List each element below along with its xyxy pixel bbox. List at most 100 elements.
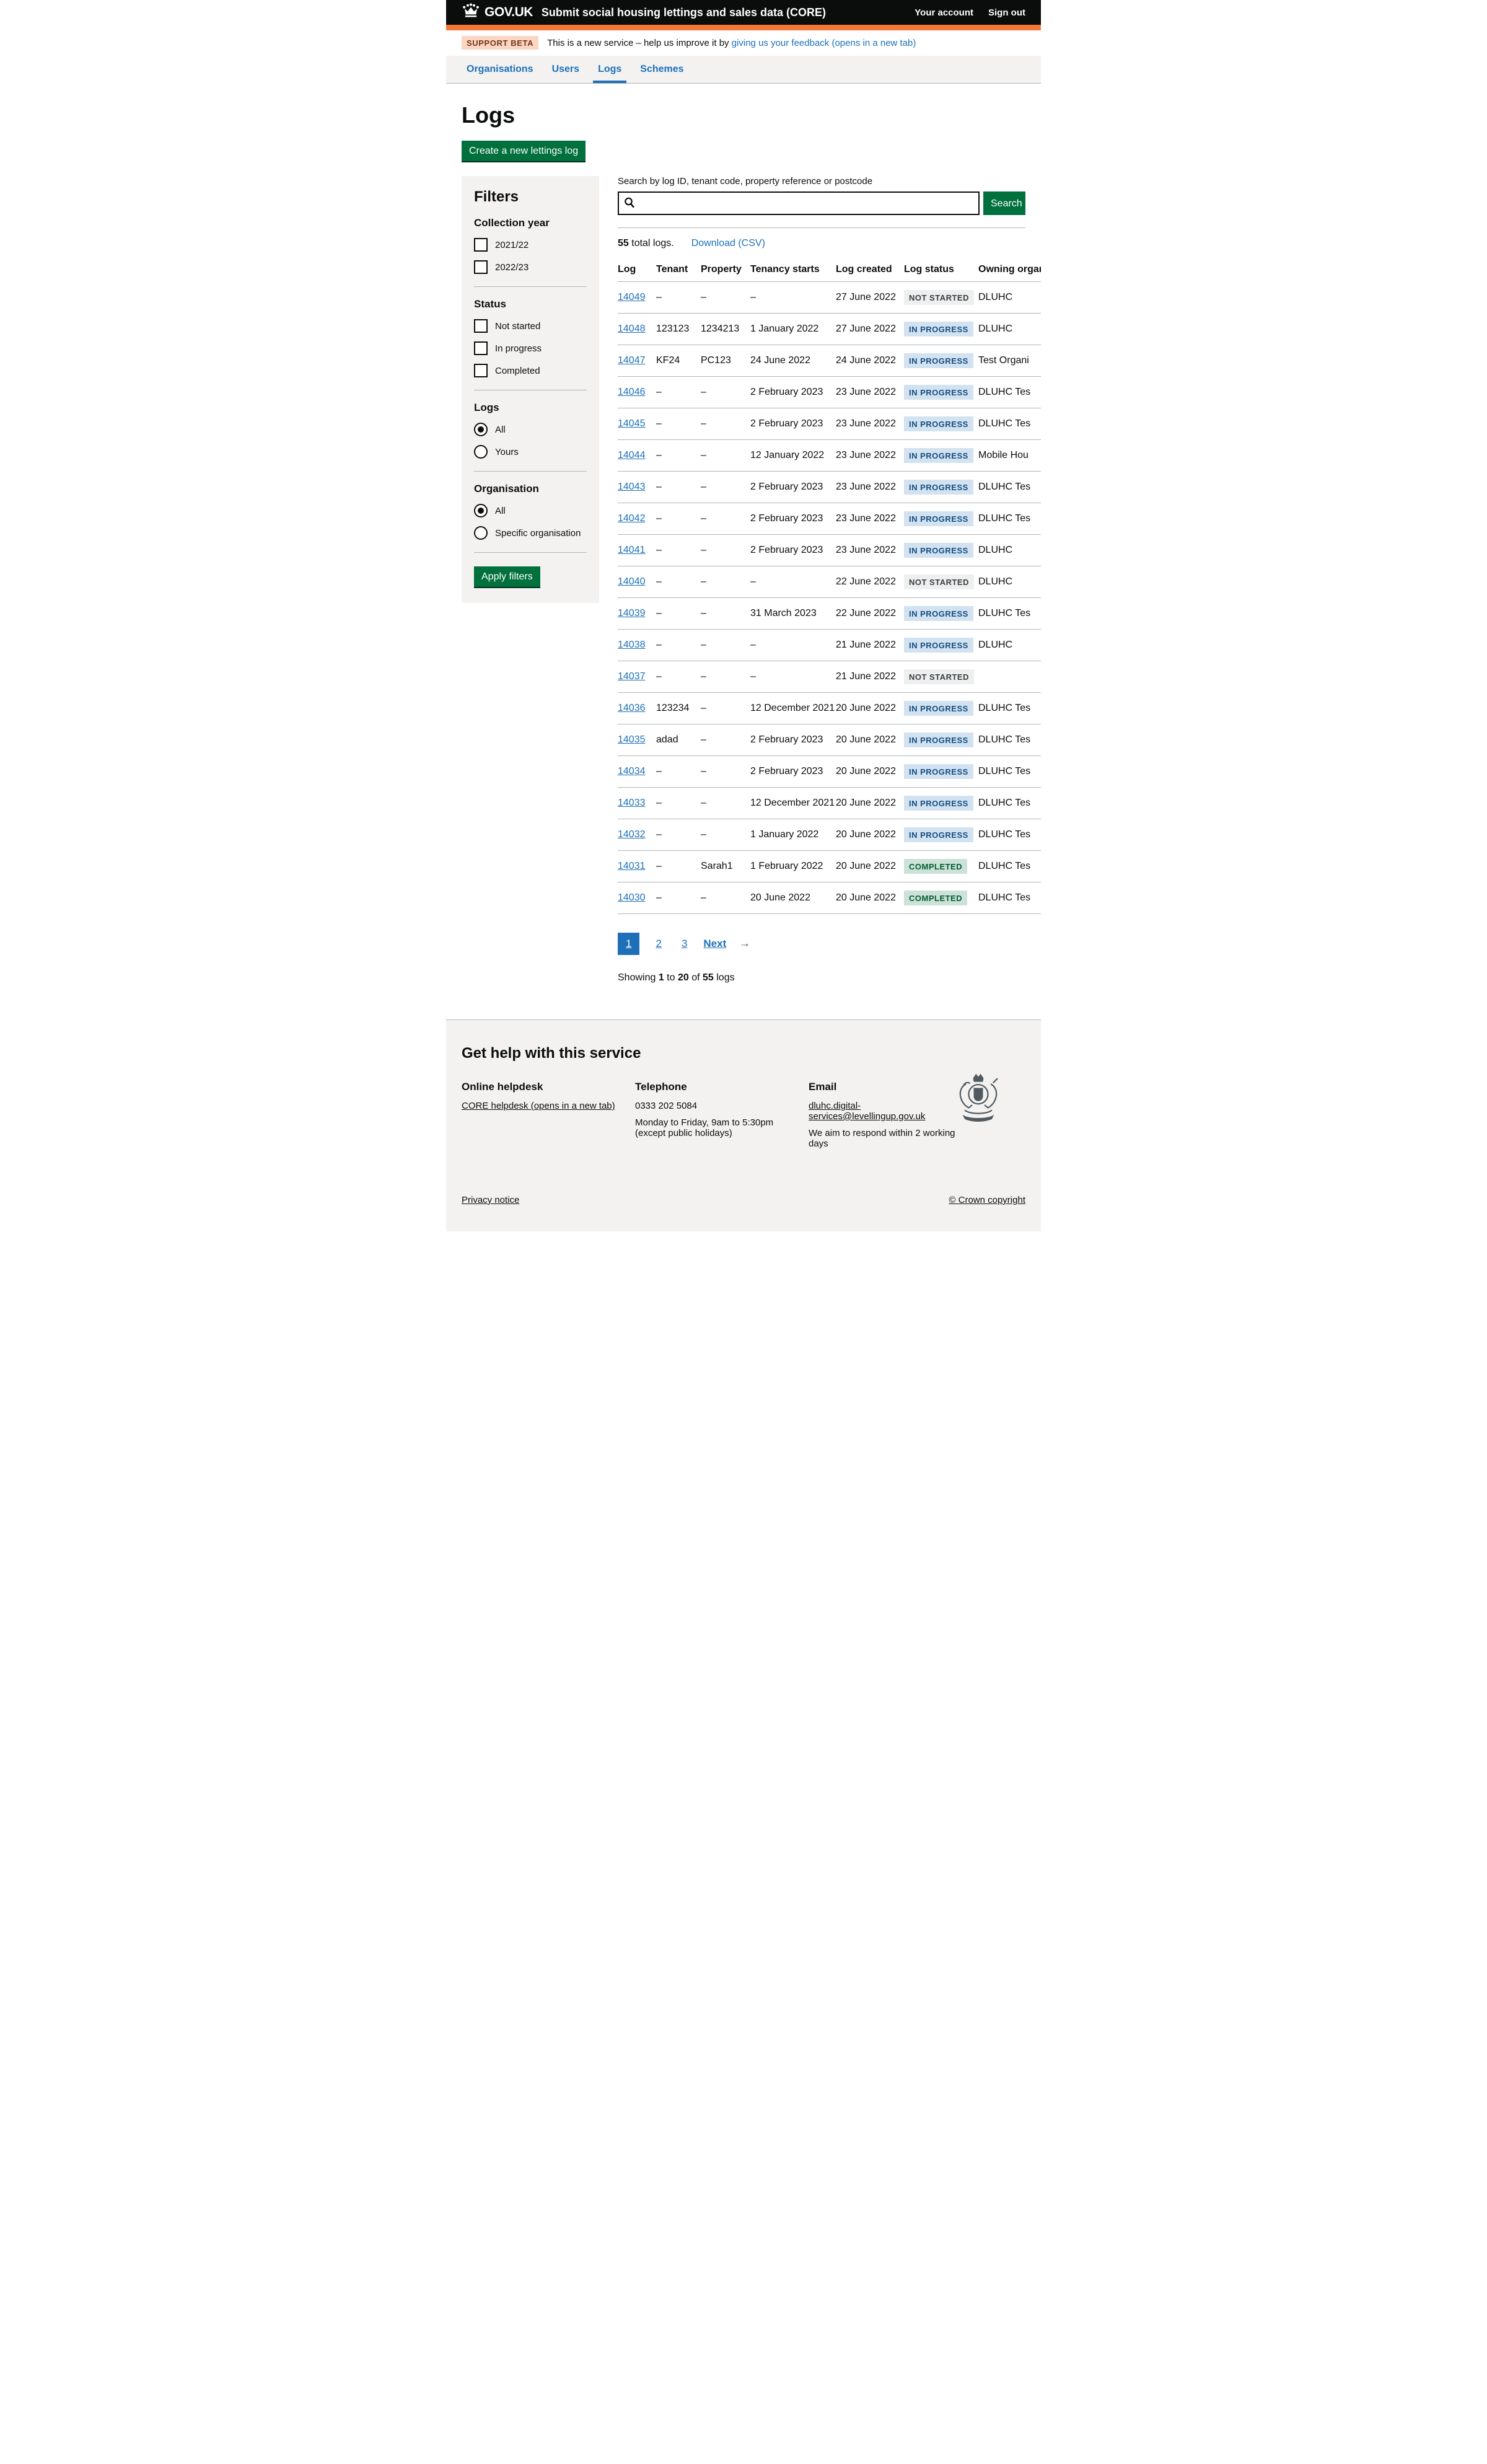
radio-specific-organisation[interactable]	[474, 526, 488, 540]
log-id-link[interactable]: 14043	[618, 482, 646, 492]
filter-option-2021-22[interactable]: 2021/22	[474, 238, 587, 252]
privacy-notice-link[interactable]: Privacy notice	[462, 1195, 519, 1205]
govuk-logo[interactable]: GOV.UK	[462, 3, 533, 22]
log-id-link[interactable]: 14032	[618, 829, 646, 840]
filter-option-all[interactable]: All	[474, 504, 587, 517]
table-row: 14041––2 February 202323 June 2022IN PRO…	[618, 535, 1041, 566]
log-created-cell: 20 June 2022	[836, 693, 904, 724]
filter-option-label: Yours	[495, 447, 519, 457]
pagination-page-1[interactable]: 1	[618, 933, 639, 955]
checkbox-2021-22[interactable]	[474, 238, 488, 252]
property-cell: –	[701, 598, 750, 630]
your-account-link[interactable]: Your account	[915, 7, 973, 18]
log-id-link[interactable]: 14045	[618, 418, 646, 429]
filter-option-not-started[interactable]: Not started	[474, 319, 587, 333]
property-cell: 1234213	[701, 314, 750, 345]
filters-divider	[474, 552, 587, 553]
log-id-link[interactable]: 14030	[618, 892, 646, 903]
download-csv-link[interactable]: Download (CSV)	[691, 238, 765, 249]
log-id-link[interactable]: 14044	[618, 450, 646, 460]
sign-out-link[interactable]: Sign out	[988, 7, 1025, 18]
filter-option-all[interactable]: All	[474, 423, 587, 436]
log-id-cell: 14042	[618, 503, 656, 535]
pagination-next-link[interactable]: Next	[703, 938, 726, 950]
table-row: 14036123234–12 December 202120 June 2022…	[618, 693, 1041, 724]
log-id-link[interactable]: 14047	[618, 355, 646, 366]
filter-option-in-progress[interactable]: In progress	[474, 341, 587, 355]
nav-item-schemes[interactable]: Schemes	[635, 56, 688, 83]
table-row: 14032––1 January 202220 June 2022IN PROG…	[618, 819, 1041, 851]
table-row: 14031–Sarah11 February 202220 June 2022C…	[618, 851, 1041, 882]
filter-option-yours[interactable]: Yours	[474, 445, 587, 459]
status-badge: IN PROGRESS	[904, 796, 973, 811]
log-status-cell: IN PROGRESS	[904, 724, 978, 756]
log-status-cell: IN PROGRESS	[904, 503, 978, 535]
govuk-logotype: GOV.UK	[485, 5, 533, 20]
radio-all[interactable]	[474, 504, 488, 517]
property-cell: –	[701, 408, 750, 440]
log-id-link[interactable]: 14036	[618, 703, 646, 713]
filter-option-label: 2022/23	[495, 262, 529, 273]
filter-option-label: In progress	[495, 343, 542, 354]
tenant-cell: –	[656, 756, 701, 788]
owning-organisation-cell: DLUHC Tes	[978, 788, 1041, 819]
log-status-cell: IN PROGRESS	[904, 377, 978, 408]
crown-copyright-link[interactable]: © Crown copyright	[949, 1195, 1025, 1205]
log-id-cell: 14044	[618, 440, 656, 472]
page: GOV.UK Submit social housing lettings an…	[446, 0, 1041, 1231]
checkbox-not-started[interactable]	[474, 319, 488, 333]
log-id-link[interactable]: 14039	[618, 608, 646, 618]
create-lettings-log-button[interactable]: Create a new lettings log	[462, 141, 586, 161]
filter-option-specific-organisation[interactable]: Specific organisation	[474, 526, 587, 540]
search-button[interactable]: Search	[983, 191, 1025, 215]
log-id-link[interactable]: 14049	[618, 292, 646, 302]
log-id-link[interactable]: 14046	[618, 387, 646, 397]
nav-item-users[interactable]: Users	[547, 56, 584, 83]
log-id-link[interactable]: 14034	[618, 766, 646, 777]
filter-option-2022-23[interactable]: 2022/23	[474, 260, 587, 274]
checkbox-completed[interactable]	[474, 364, 488, 377]
column-header-log-status: Log status	[904, 260, 978, 282]
phase-banner-text: This is a new service – help us improve …	[547, 38, 916, 48]
table-row: 14044––12 January 202223 June 2022IN PRO…	[618, 440, 1041, 472]
pagination-page-2[interactable]: 2	[652, 933, 665, 955]
feedback-link[interactable]: giving us your feedback (opens in a new …	[732, 38, 916, 48]
property-cell: PC123	[701, 345, 750, 377]
core-helpdesk-link[interactable]: CORE helpdesk (opens in a new tab)	[462, 1101, 615, 1111]
table-row: 14043––2 February 202323 June 2022IN PRO…	[618, 472, 1041, 503]
log-id-link[interactable]: 14041	[618, 545, 646, 555]
log-id-link[interactable]: 14038	[618, 640, 646, 650]
log-id-link[interactable]: 14048	[618, 323, 646, 334]
filter-option-completed[interactable]: Completed	[474, 364, 587, 377]
log-id-cell: 14047	[618, 345, 656, 377]
tenancy-starts-cell: 12 December 2021	[750, 788, 836, 819]
logs-table-container: LogTenantPropertyTenancy startsLog creat…	[618, 260, 1041, 914]
radio-all[interactable]	[474, 423, 488, 436]
service-name-link[interactable]: Submit social housing lettings and sales…	[542, 6, 826, 19]
log-id-link[interactable]: 14040	[618, 576, 646, 587]
tenant-cell: –	[656, 882, 701, 914]
table-row: 14039––31 March 202322 June 2022IN PROGR…	[618, 598, 1041, 630]
nav-item-logs[interactable]: Logs	[593, 56, 626, 83]
pagination-page-3[interactable]: 3	[678, 933, 691, 955]
log-id-link[interactable]: 14042	[618, 513, 646, 524]
search-input[interactable]	[618, 191, 980, 215]
apply-filters-button[interactable]: Apply filters	[474, 566, 540, 587]
log-id-link[interactable]: 14031	[618, 861, 646, 871]
radio-yours[interactable]	[474, 445, 488, 459]
log-id-link[interactable]: 14037	[618, 671, 646, 682]
property-cell: –	[701, 472, 750, 503]
property-cell: –	[701, 724, 750, 756]
nav-item-organisations[interactable]: Organisations	[462, 56, 538, 83]
log-created-cell: 27 June 2022	[836, 314, 904, 345]
status-badge: IN PROGRESS	[904, 416, 973, 431]
tenancy-starts-cell: 2 February 2023	[750, 377, 836, 408]
property-cell: –	[701, 756, 750, 788]
log-id-link[interactable]: 14035	[618, 734, 646, 745]
checkbox-2022-23[interactable]	[474, 260, 488, 274]
table-row: 14035adad–2 February 202320 June 2022IN …	[618, 724, 1041, 756]
log-id-link[interactable]: 14033	[618, 798, 646, 808]
checkbox-in-progress[interactable]	[474, 341, 488, 355]
tenant-cell: –	[656, 661, 701, 693]
email-link[interactable]: dluhc.digital-services@levellingup.gov.u…	[809, 1101, 925, 1122]
